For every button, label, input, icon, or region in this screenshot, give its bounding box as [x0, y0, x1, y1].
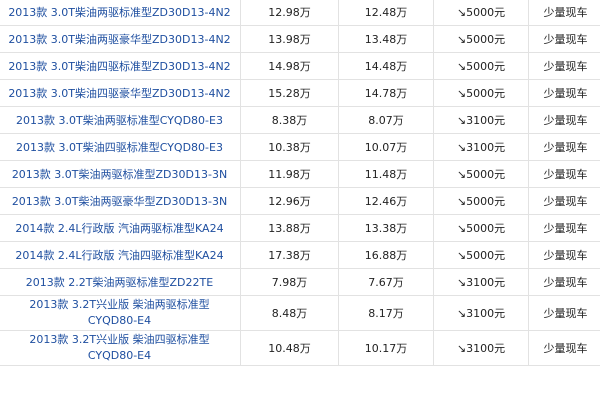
model-cell[interactable]: 2013款 3.2T兴业版 柴油两驱标准型 CYQD80-E4: [0, 295, 241, 331]
stock-status-cell: 少量现车: [528, 79, 600, 107]
model-cell[interactable]: 2013款 3.0T柴油两驱标准型ZD30D13-3N: [0, 160, 241, 188]
guide-price-cell: 15.28万: [240, 79, 339, 107]
table-row: 2013款 3.0T柴油四驱豪华型ZD30D13-4N2 15.28万 14.7…: [0, 79, 600, 107]
model-link[interactable]: 2013款 3.0T柴油两驱豪华型ZD30D13-4N2: [8, 33, 230, 46]
guide-price-cell: 7.98万: [240, 268, 339, 296]
model-link[interactable]: 2013款 3.0T柴油四驱标准型ZD30D13-4N2: [8, 60, 230, 73]
model-link[interactable]: 2013款 2.2T柴油两驱标准型ZD22TE: [26, 276, 213, 289]
guide-price-cell: 8.38万: [240, 106, 339, 134]
stock-status-cell: 少量现车: [528, 241, 600, 269]
stock-status-cell: 少量现车: [528, 52, 600, 80]
discount-cell: ↘5000元: [433, 241, 529, 269]
model-link[interactable]: 2014款 2.4L行政版 汽油两驱标准型KA24: [15, 222, 223, 235]
price-table-body: 2013款 3.0T柴油两驱标准型ZD30D13-4N2 12.98万 12.4…: [0, 0, 600, 366]
table-row: 2013款 3.0T柴油两驱豪华型ZD30D13-3N 12.96万 12.46…: [0, 187, 600, 215]
model-link-line1[interactable]: 2013款 3.2T兴业版 柴油四驱标准型: [29, 333, 209, 346]
table-row: 2013款 3.0T柴油两驱标准型ZD30D13-4N2 12.98万 12.4…: [0, 0, 600, 26]
discount-cell: ↘3100元: [433, 295, 529, 331]
guide-price-cell: 12.96万: [240, 187, 339, 215]
stock-status-cell: 少量现车: [528, 214, 600, 242]
discount-cell: ↘5000元: [433, 79, 529, 107]
deal-price-cell: 7.67万: [338, 268, 434, 296]
table-row: 2013款 3.0T柴油两驱标准型CYQD80-E3 8.38万 8.07万 ↘…: [0, 106, 600, 134]
guide-price-cell: 11.98万: [240, 160, 339, 188]
model-cell[interactable]: 2013款 2.2T柴油两驱标准型ZD22TE: [0, 268, 241, 296]
discount-cell: ↘3100元: [433, 106, 529, 134]
price-table: 2013款 3.0T柴油两驱标准型ZD30D13-4N2 12.98万 12.4…: [0, 0, 600, 366]
model-cell[interactable]: 2013款 3.0T柴油两驱标准型CYQD80-E3: [0, 106, 241, 134]
stock-status-cell: 少量现车: [528, 187, 600, 215]
deal-price-cell: 16.88万: [338, 241, 434, 269]
deal-price-cell: 10.17万: [338, 330, 434, 366]
deal-price-cell: 14.48万: [338, 52, 434, 80]
model-cell[interactable]: 2014款 2.4L行政版 汽油两驱标准型KA24: [0, 214, 241, 242]
guide-price-cell: 10.38万: [240, 133, 339, 161]
discount-cell: ↘5000元: [433, 187, 529, 215]
model-cell[interactable]: 2013款 3.2T兴业版 柴油四驱标准型 CYQD80-E4: [0, 330, 241, 366]
model-link[interactable]: 2013款 3.0T柴油两驱标准型ZD30D13-4N2: [8, 6, 230, 19]
table-row: 2013款 3.2T兴业版 柴油四驱标准型 CYQD80-E4 10.48万 10…: [0, 330, 600, 366]
discount-cell: ↘3100元: [433, 133, 529, 161]
model-link[interactable]: 2013款 3.0T柴油两驱标准型ZD30D13-3N: [12, 168, 227, 181]
discount-cell: ↘5000元: [433, 25, 529, 53]
model-link[interactable]: 2013款 3.0T柴油四驱标准型CYQD80-E3: [16, 141, 223, 154]
model-link-line2[interactable]: CYQD80-E4: [88, 314, 151, 327]
model-link[interactable]: 2014款 2.4L行政版 汽油四驱标准型KA24: [15, 249, 223, 262]
guide-price-cell: 12.98万: [240, 0, 339, 26]
deal-price-cell: 13.38万: [338, 214, 434, 242]
model-cell[interactable]: 2013款 3.0T柴油四驱标准型CYQD80-E3: [0, 133, 241, 161]
table-row: 2013款 3.0T柴油两驱豪华型ZD30D13-4N2 13.98万 13.4…: [0, 25, 600, 53]
model-cell[interactable]: 2013款 3.0T柴油四驱豪华型ZD30D13-4N2: [0, 79, 241, 107]
discount-cell: ↘5000元: [433, 160, 529, 188]
deal-price-cell: 13.48万: [338, 25, 434, 53]
table-row: 2013款 3.2T兴业版 柴油两驱标准型 CYQD80-E4 8.48万 8.1…: [0, 295, 600, 331]
model-cell[interactable]: 2013款 3.0T柴油两驱豪华型ZD30D13-4N2: [0, 25, 241, 53]
table-row: 2013款 3.0T柴油两驱标准型ZD30D13-3N 11.98万 11.48…: [0, 160, 600, 188]
discount-cell: ↘5000元: [433, 214, 529, 242]
guide-price-cell: 14.98万: [240, 52, 339, 80]
model-link[interactable]: 2013款 3.0T柴油两驱豪华型ZD30D13-3N: [12, 195, 227, 208]
guide-price-cell: 8.48万: [240, 295, 339, 331]
table-row: 2014款 2.4L行政版 汽油四驱标准型KA24 17.38万 16.88万 …: [0, 241, 600, 269]
model-link-line2[interactable]: CYQD80-E4: [88, 349, 151, 362]
guide-price-cell: 10.48万: [240, 330, 339, 366]
guide-price-cell: 13.88万: [240, 214, 339, 242]
deal-price-cell: 10.07万: [338, 133, 434, 161]
deal-price-cell: 8.17万: [338, 295, 434, 331]
stock-status-cell: 少量现车: [528, 106, 600, 134]
discount-cell: ↘5000元: [433, 0, 529, 26]
guide-price-cell: 13.98万: [240, 25, 339, 53]
model-cell[interactable]: 2013款 3.0T柴油两驱标准型ZD30D13-4N2: [0, 0, 241, 26]
stock-status-cell: 少量现车: [528, 160, 600, 188]
table-row: 2013款 2.2T柴油两驱标准型ZD22TE 7.98万 7.67万 ↘310…: [0, 268, 600, 296]
model-cell[interactable]: 2013款 3.0T柴油两驱豪华型ZD30D13-3N: [0, 187, 241, 215]
deal-price-cell: 12.46万: [338, 187, 434, 215]
stock-status-cell: 少量现车: [528, 330, 600, 366]
model-link[interactable]: 2013款 3.0T柴油两驱标准型CYQD80-E3: [16, 114, 223, 127]
model-cell[interactable]: 2013款 3.0T柴油四驱标准型ZD30D13-4N2: [0, 52, 241, 80]
model-link[interactable]: 2013款 3.0T柴油四驱豪华型ZD30D13-4N2: [8, 87, 230, 100]
deal-price-cell: 14.78万: [338, 79, 434, 107]
deal-price-cell: 8.07万: [338, 106, 434, 134]
discount-cell: ↘3100元: [433, 330, 529, 366]
table-row: 2014款 2.4L行政版 汽油两驱标准型KA24 13.88万 13.38万 …: [0, 214, 600, 242]
guide-price-cell: 17.38万: [240, 241, 339, 269]
stock-status-cell: 少量现车: [528, 268, 600, 296]
table-row: 2013款 3.0T柴油四驱标准型CYQD80-E3 10.38万 10.07万…: [0, 133, 600, 161]
discount-cell: ↘3100元: [433, 268, 529, 296]
table-row: 2013款 3.0T柴油四驱标准型ZD30D13-4N2 14.98万 14.4…: [0, 52, 600, 80]
deal-price-cell: 11.48万: [338, 160, 434, 188]
discount-cell: ↘5000元: [433, 52, 529, 80]
stock-status-cell: 少量现车: [528, 295, 600, 331]
model-link-line1[interactable]: 2013款 3.2T兴业版 柴油两驱标准型: [29, 298, 209, 311]
stock-status-cell: 少量现车: [528, 25, 600, 53]
stock-status-cell: 少量现车: [528, 133, 600, 161]
deal-price-cell: 12.48万: [338, 0, 434, 26]
stock-status-cell: 少量现车: [528, 0, 600, 26]
model-cell[interactable]: 2014款 2.4L行政版 汽油四驱标准型KA24: [0, 241, 241, 269]
